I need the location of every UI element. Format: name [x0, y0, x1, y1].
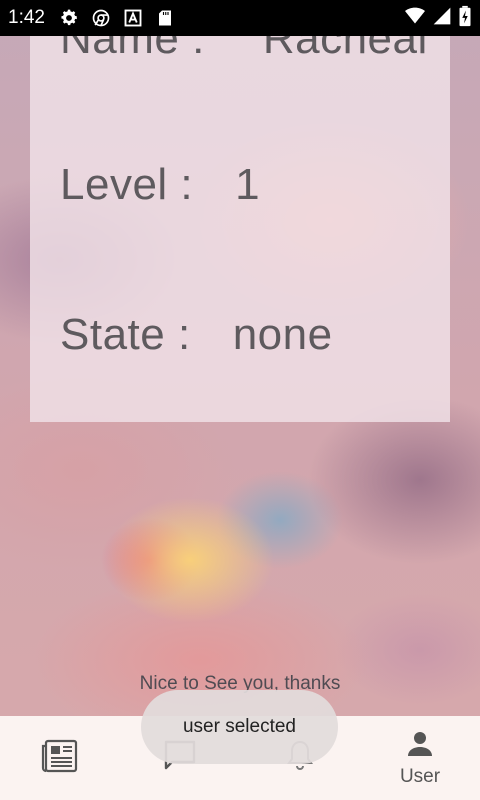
user-icon	[405, 729, 435, 764]
state-row: State : none	[60, 310, 333, 360]
level-row: Level : 1	[60, 160, 260, 210]
profile-card: Name : Racheal Level : 1 State : none	[30, 14, 450, 422]
wifi-icon	[404, 6, 426, 31]
sd-card-icon	[153, 6, 177, 30]
battery-charging-icon	[458, 5, 472, 32]
nav-item-user[interactable]: User	[360, 716, 480, 800]
chrome-icon	[89, 6, 113, 30]
state-label: State :	[60, 310, 191, 359]
status-bar: 1:42	[0, 0, 480, 36]
status-time: 1:42	[8, 7, 45, 28]
state-value: none	[232, 310, 333, 359]
news-icon	[41, 736, 79, 779]
font-icon	[121, 6, 145, 30]
settings-icon	[57, 6, 81, 30]
nav-label-user: User	[399, 765, 441, 787]
level-label: Level :	[60, 160, 194, 209]
signal-icon	[432, 6, 452, 31]
toast-message: user selected	[141, 690, 338, 764]
nav-item-news[interactable]	[0, 716, 120, 800]
level-value: 1	[235, 160, 261, 209]
